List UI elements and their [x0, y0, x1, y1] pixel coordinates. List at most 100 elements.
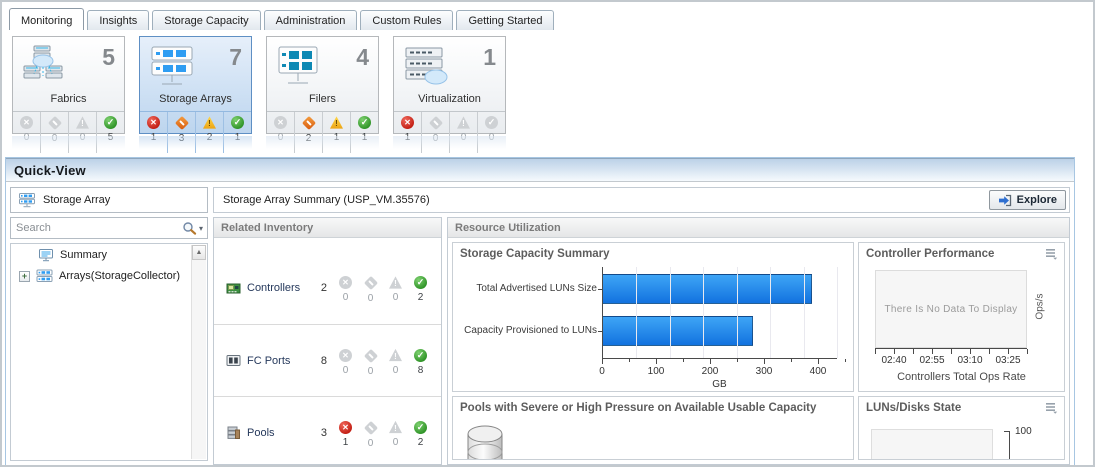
tree-item-label: Arrays(StorageCollector) [59, 270, 181, 282]
pools-link[interactable]: Pools [247, 427, 275, 439]
x-axis-tick [656, 359, 657, 364]
critical-status-icon [339, 276, 352, 289]
x-tick-label: 03:10 [957, 355, 983, 366]
controllers-status-cluster: 0 0 0 2 [333, 272, 433, 304]
search-input[interactable] [16, 222, 182, 234]
x-tick-label: 300 [755, 366, 773, 377]
fatal-status-icon [363, 275, 378, 291]
tile-reflection [12, 136, 125, 149]
search-options-caret-icon[interactable]: ▾ [199, 224, 203, 233]
chart-options-icon[interactable] [1045, 249, 1058, 260]
x-axis-minor-tick [629, 359, 630, 362]
x-tick-label: 0 [599, 366, 605, 377]
capacity-bar [603, 316, 754, 346]
tile-virtualization-label: Virtualization [418, 93, 481, 105]
no-data-plot-area: There Is No Data To Display [875, 270, 1027, 348]
fatal-status-count: 0 [367, 365, 374, 377]
tree-item-summary[interactable]: Summary [11, 244, 207, 265]
summary-content: Related Inventory Controllers 2 ✕ 0 0 ! … [213, 217, 1070, 465]
bar-category-label: Capacity Provisioned to LUNs [464, 325, 597, 336]
tab-insights[interactable]: Insights [87, 10, 150, 30]
resource-utilization-panel: Resource Utilization Storage Capacity Su… [447, 217, 1070, 465]
controllers-link[interactable]: Controllers [247, 282, 300, 294]
resource-utilization-title: Resource Utilization [455, 221, 561, 234]
scroll-up-icon[interactable]: ▲ [192, 245, 206, 260]
category-tick [598, 289, 603, 290]
explore-button[interactable]: Explore [988, 190, 1066, 210]
x-tick-label: 400 [809, 366, 827, 377]
capacity-bar [603, 274, 812, 304]
chart-options-icon[interactable] [1045, 403, 1058, 414]
warning-status-count: 0 [392, 436, 399, 448]
x-axis-tick [913, 349, 914, 354]
critical-status-count: 0 [342, 292, 349, 303]
tile-filers[interactable]: 4 Filers 0211 [266, 36, 379, 153]
x-tick-label: 200 [701, 366, 719, 377]
pools-icon [226, 426, 241, 440]
status-fatal: 0 [358, 417, 383, 449]
x-tick-label: 02:40 [881, 355, 907, 366]
normal-status-icon [104, 116, 117, 129]
related-inventory-header: Related Inventory [214, 218, 441, 238]
tab-custom-rules[interactable]: Custom Rules [360, 10, 454, 30]
state-plot-area [871, 429, 993, 459]
tab-storage-capacity[interactable]: Storage Capacity [152, 10, 261, 30]
status-critical: 1 [333, 417, 358, 449]
status-warning: 0 [383, 272, 408, 304]
tile-fabrics[interactable]: 5 Fabrics 0005 [12, 36, 125, 153]
tile-reflections [2, 136, 1093, 149]
array-node-icon [36, 269, 53, 283]
x-tick-label: 02:55 [919, 355, 945, 366]
search-icon[interactable] [182, 221, 197, 235]
grid-line [736, 267, 738, 358]
x-axis-tick [818, 359, 819, 364]
critical-status-icon [274, 116, 287, 129]
warning-status-icon [330, 116, 343, 129]
tree-scrollbar[interactable]: ▲ [191, 245, 206, 459]
tab-monitoring[interactable]: Monitoring [9, 8, 85, 30]
tab-getting-started[interactable]: Getting Started [456, 10, 555, 30]
luns-disks-state-title: LUNs/Disks State [866, 402, 962, 414]
page-title: Storage Array Summary (USP_VM.35576) [223, 194, 430, 206]
explore-label: Explore [1016, 194, 1057, 206]
critical-status-icon [401, 116, 414, 129]
expand-plus-icon[interactable]: + [19, 270, 30, 282]
pools-pressure-title: Pools with Severe or High Pressure on Av… [460, 402, 817, 414]
tab-administration[interactable]: Administration [263, 10, 358, 30]
grid-line [837, 267, 838, 358]
tile-reflection [139, 136, 252, 149]
fc-ports-link[interactable]: FC Ports [247, 355, 290, 367]
y-tick-label: 100 [1015, 426, 1032, 437]
tile-virtualization[interactable]: 1 Virtualization 1000 [393, 36, 506, 153]
x-axis-tick [1008, 349, 1009, 354]
storage-arrays-status-row: 1321 [140, 111, 251, 153]
normal-status-icon [414, 420, 427, 434]
critical-status-count: 1 [342, 436, 349, 448]
no-data-message: There Is No Data To Display [884, 303, 1018, 315]
x-axis-ticks [875, 348, 1028, 354]
tree-item-arrays[interactable]: + Arrays(StorageCollector) [11, 265, 207, 286]
critical-status-icon [20, 116, 33, 129]
status-warning: 0 [383, 417, 408, 449]
bar-category-label: Total Advertised LUNs Size [476, 283, 597, 294]
tile-storage-arrays-top: 7 [140, 37, 251, 93]
tile-storage-arrays[interactable]: 7 Storage Arrays 1321 [139, 36, 252, 153]
inventory-row-fc-ports: FC Ports 8 0 0 0 8 [214, 324, 441, 396]
warning-status-count: 0 [392, 364, 399, 376]
controllers-count: 2 [320, 282, 327, 294]
status-fatal: 0 [358, 272, 383, 304]
x-axis-tick [764, 359, 765, 364]
x-axis-tick [1027, 349, 1028, 354]
fatal-status-icon [174, 115, 189, 131]
x-axis-tick [932, 349, 933, 354]
status-fatal: 0 [358, 345, 383, 377]
critical-status-count: 0 [342, 364, 349, 376]
object-type-selector[interactable]: Storage Array [10, 187, 208, 213]
fatal-status-icon [301, 115, 316, 131]
virtualization-status-row: 1000 [394, 111, 505, 153]
fabrics-icon [22, 44, 64, 88]
status-critical: 0 [333, 345, 358, 377]
grid-line [669, 267, 671, 358]
quick-view-header: Quick-View [6, 158, 1074, 182]
controller-performance-title: Controller Performance [866, 248, 995, 260]
